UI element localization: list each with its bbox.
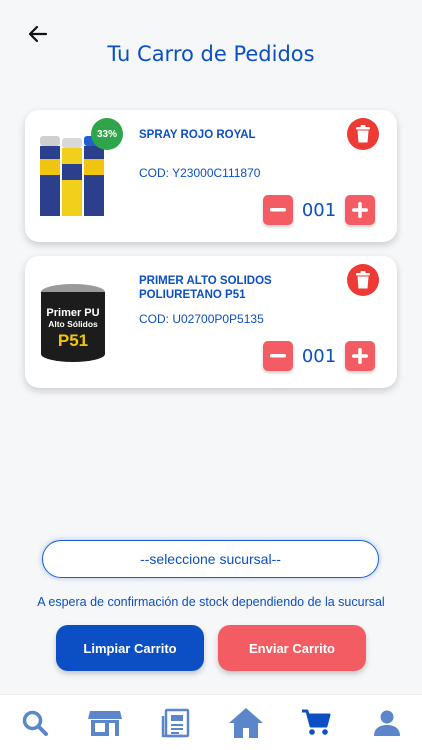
delete-item-button[interactable] [347, 118, 379, 150]
cart-item: Primer PU Alto Sólidos P51 PRIMER ALTO S… [25, 256, 397, 388]
bottom-nav [0, 694, 422, 750]
discount-badge: 33% [91, 118, 123, 150]
quantity-stepper: 001 [263, 195, 375, 225]
svg-text:P51: P51 [58, 331, 88, 350]
product-code: COD: Y23000C111870 [139, 166, 261, 180]
increase-button[interactable] [345, 195, 375, 225]
minus-icon [270, 354, 286, 358]
increase-button[interactable] [345, 341, 375, 371]
send-cart-button[interactable]: Enviar Carrito [218, 625, 366, 671]
page-title: Tu Carro de Pedidos [107, 42, 315, 66]
product-name: PRIMER ALTO SOLIDOS POLIURETANO P51 [139, 275, 272, 301]
quantity-stepper: 001 [263, 341, 375, 371]
plus-icon [352, 202, 368, 218]
svg-text:Primer PU: Primer PU [46, 307, 99, 319]
product-name: SPRAY ROJO ROYAL [139, 129, 256, 141]
decrease-button[interactable] [263, 195, 293, 225]
trash-icon [356, 125, 370, 143]
nav-profile[interactable] [367, 703, 407, 743]
minus-icon [270, 208, 286, 212]
plus-icon [352, 348, 368, 364]
cart-icon [302, 709, 331, 735]
delete-item-button[interactable] [347, 264, 379, 296]
home-icon [229, 707, 264, 738]
trash-icon [356, 271, 370, 289]
cart-item: 33% SPRAY ROJO ROYAL COD: Y23000C111870 … [25, 110, 397, 242]
nav-cart[interactable] [296, 703, 336, 743]
svg-text:Alto Sólidos: Alto Sólidos [48, 319, 98, 329]
catalog-icon [161, 708, 190, 737]
nav-home[interactable] [226, 703, 266, 743]
paint-can-image: Primer PU Alto Sólidos P51 [37, 270, 109, 370]
quantity-value: 001 [301, 199, 337, 221]
profile-icon [373, 710, 400, 736]
decrease-button[interactable] [263, 341, 293, 371]
quantity-value: 001 [301, 345, 337, 367]
stock-notice: A espera de confirmación de stock depend… [37, 595, 385, 609]
clear-cart-button[interactable]: Limpiar Carrito [56, 625, 204, 671]
nav-store[interactable] [85, 703, 125, 743]
search-icon [22, 710, 49, 736]
store-icon [88, 710, 123, 736]
product-code: COD: U02700P0P5135 [139, 312, 264, 326]
branch-select[interactable]: --seleccione sucursal-- [42, 540, 379, 578]
nav-catalog[interactable] [156, 703, 196, 743]
nav-search[interactable] [15, 703, 55, 743]
